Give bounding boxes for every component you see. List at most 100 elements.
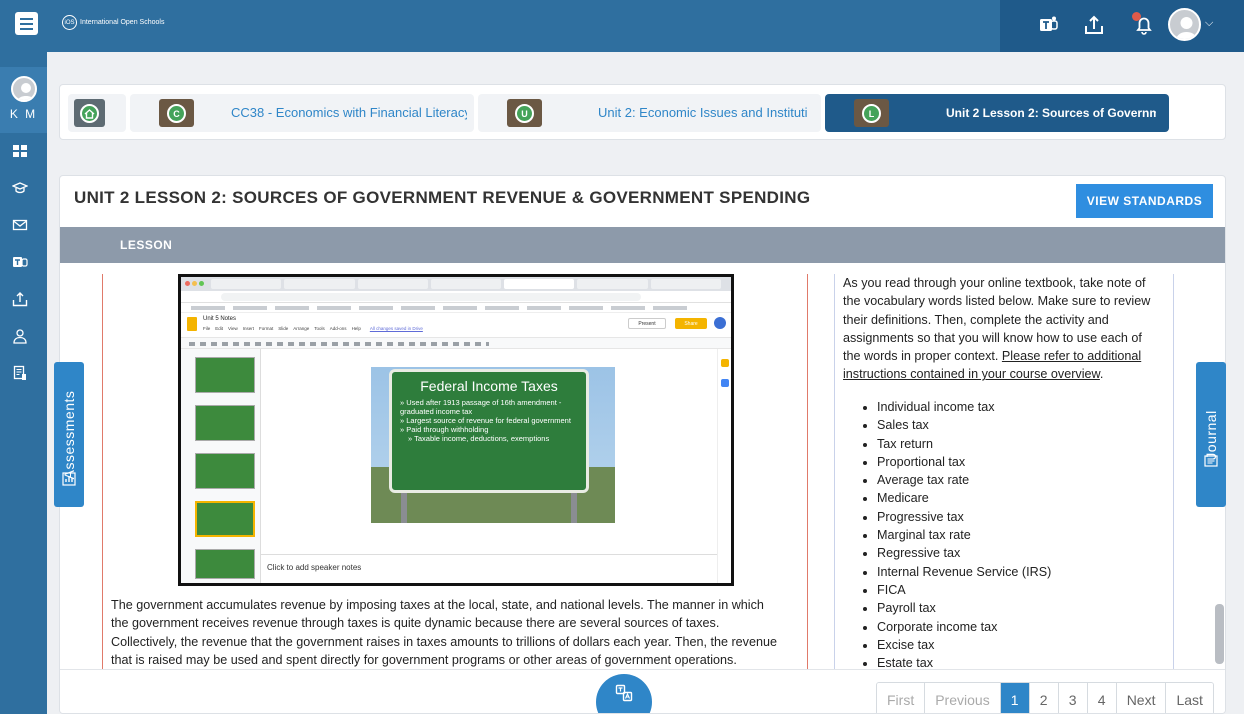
graduation-cap-icon[interactable] (12, 180, 28, 196)
sidebar-avatar (11, 76, 37, 102)
pagination-bar: First Previous 1 2 3 4 Next Last (60, 669, 1225, 713)
mail-icon[interactable] (12, 217, 28, 233)
vocabulary-intro: As you read through your online textbook… (843, 274, 1161, 384)
user-avatar-icon (17, 83, 35, 100)
list-item: Internal Revenue Service (IRS) (877, 563, 1051, 581)
logo-mark: iOS (62, 15, 77, 30)
vocabulary-list: Individual income tax Sales tax Tax retu… (877, 398, 1051, 669)
embedded-slides-screenshot: Unit 5 Notes File Edit View Insert Format Sli… (178, 274, 734, 586)
lesson-tab-bar: LESSON (60, 227, 1225, 263)
breadcrumb-lesson-label: Unit 2 Lesson 2: Sources of Government R… (946, 106, 1156, 120)
vocabulary-column: As you read through your online textbook… (834, 274, 1174, 669)
lesson-thumbnail: L (854, 99, 889, 127)
journal-tab[interactable]: Journal (1196, 362, 1226, 507)
course-thumbnail: C (159, 99, 194, 127)
chart-icon (62, 472, 76, 486)
breadcrumb-unit-label: Unit 2: Economic Issues and Institutions (598, 105, 808, 120)
page-next[interactable]: Next (1116, 683, 1167, 713)
dashboard-icon[interactable] (12, 143, 28, 159)
pagination: First Previous 1 2 3 4 Next Last (876, 682, 1214, 713)
page-1[interactable]: 1 (1000, 683, 1030, 713)
speaker-notes: Click to add speaker notes (261, 554, 717, 583)
journal-label: Journal (1203, 409, 1219, 460)
list-item: Average tax rate (877, 471, 1051, 489)
brand-name: International Open Schools (80, 19, 165, 26)
list-item: FICA (877, 581, 1051, 599)
slide-image: Federal Income Taxes » Used after 1913 p… (371, 367, 615, 523)
slides-share-button: Share (675, 318, 707, 329)
slides-present-button: Present (628, 318, 666, 329)
list-item: Corporate income tax (877, 618, 1051, 636)
list-item: Payroll tax (877, 599, 1051, 617)
unit-badge: U (515, 104, 534, 123)
scrollbar[interactable] (1215, 604, 1224, 664)
page-4[interactable]: 4 (1087, 683, 1117, 713)
breadcrumb-course[interactable]: C CC38 - Economics with Financial Litera… (130, 94, 474, 132)
lesson-paragraph: The government accumulates revenue by im… (111, 598, 777, 667)
page-first[interactable]: First (877, 683, 926, 713)
slides-canvas: Federal Income Taxes » Used after 1913 p… (261, 349, 717, 554)
page-title: UNIT 2 LESSON 2: SOURCES OF GOVERNMENT R… (74, 188, 811, 207)
sidebar-user[interactable]: K M (0, 67, 47, 133)
list-item: Tax return (877, 435, 1051, 453)
sign-bullets: » Used after 1913 passage of 16th amendm… (400, 398, 571, 443)
page-previous[interactable]: Previous (925, 683, 1001, 713)
assessments-tab[interactable]: Assessments (54, 362, 84, 507)
brand-logo[interactable]: iOS International Open Schools (62, 15, 164, 30)
slides-doc-name: Unit 5 Notes (203, 316, 237, 322)
report-icon[interactable] (12, 365, 28, 381)
teams-icon[interactable] (1037, 14, 1059, 36)
list-item: Progressive tax (877, 508, 1051, 526)
list-item: Sales tax (877, 416, 1051, 434)
sign-title: Federal Income Taxes (420, 378, 558, 394)
course-badge: C (167, 104, 186, 123)
home-icon (80, 104, 99, 123)
page-3[interactable]: 3 (1058, 683, 1088, 713)
slides-toolbar (181, 337, 731, 349)
menu-button[interactable] (15, 12, 38, 35)
page-last[interactable]: Last (1166, 683, 1213, 713)
home-thumbnail (74, 99, 105, 127)
lesson-main-column: Unit 5 Notes File Edit View Insert Format Sli… (102, 274, 808, 669)
slides-menu: File Edit View Insert Format Slide Arrange Tool… (203, 326, 423, 331)
translate-button[interactable] (596, 674, 652, 713)
journal-icon (1204, 455, 1218, 467)
upload-icon[interactable] (1083, 14, 1105, 36)
page-2[interactable]: 2 (1029, 683, 1059, 713)
list-item: Medicare (877, 489, 1051, 507)
upload-icon[interactable] (12, 291, 28, 307)
slides-header: Unit 5 Notes File Edit View Insert Format Sli… (181, 313, 731, 337)
intro-end: . (1099, 367, 1104, 382)
list-item: Individual income tax (877, 398, 1051, 416)
list-item: Estate tax (877, 654, 1051, 669)
top-bar: iOS International Open Schools ⌵ (0, 0, 1244, 52)
breadcrumb-home[interactable] (68, 94, 126, 132)
list-item: Excise tax (877, 636, 1051, 654)
lesson-content[interactable]: Unit 5 Notes File Edit View Insert Format Sli… (60, 274, 1225, 669)
browser-bookmarks (181, 303, 731, 313)
view-standards-button[interactable]: VIEW STANDARDS (1076, 184, 1213, 218)
tab-lesson[interactable]: LESSON (120, 238, 172, 252)
breadcrumb-unit[interactable]: U Unit 2: Economic Issues and Institutio… (478, 94, 821, 132)
lesson-card: UNIT 2 LESSON 2: SOURCES OF GOVERNMENT R… (59, 175, 1226, 714)
breadcrumb-lesson[interactable]: L Unit 2 Lesson 2: Sources of Government… (825, 94, 1169, 132)
slides-right-rail (717, 349, 731, 583)
teams-icon[interactable] (12, 254, 28, 270)
avatar[interactable] (1168, 8, 1201, 41)
browser-address-bar (181, 291, 731, 303)
user-icon[interactable] (12, 328, 28, 344)
user-initials: K M (9, 107, 38, 121)
translate-icon (615, 684, 633, 702)
sidebar: K M (0, 52, 47, 714)
browser-tabs (181, 277, 731, 291)
lesson-badge: L (862, 104, 881, 123)
list-item: Proportional tax (877, 453, 1051, 471)
list-item: Regressive tax (877, 544, 1051, 562)
chevron-down-icon[interactable]: ⌵ (1205, 17, 1213, 30)
breadcrumb-course-label: CC38 - Economics with Financial Literacy (231, 105, 467, 120)
slides-filmstrip (181, 349, 261, 583)
breadcrumb: C CC38 - Economics with Financial Litera… (59, 84, 1226, 140)
list-item: Marginal tax rate (877, 526, 1051, 544)
federal-income-taxes-sign: Federal Income Taxes » Used after 1913 p… (389, 369, 589, 493)
assessments-label: Assessments (61, 390, 77, 479)
